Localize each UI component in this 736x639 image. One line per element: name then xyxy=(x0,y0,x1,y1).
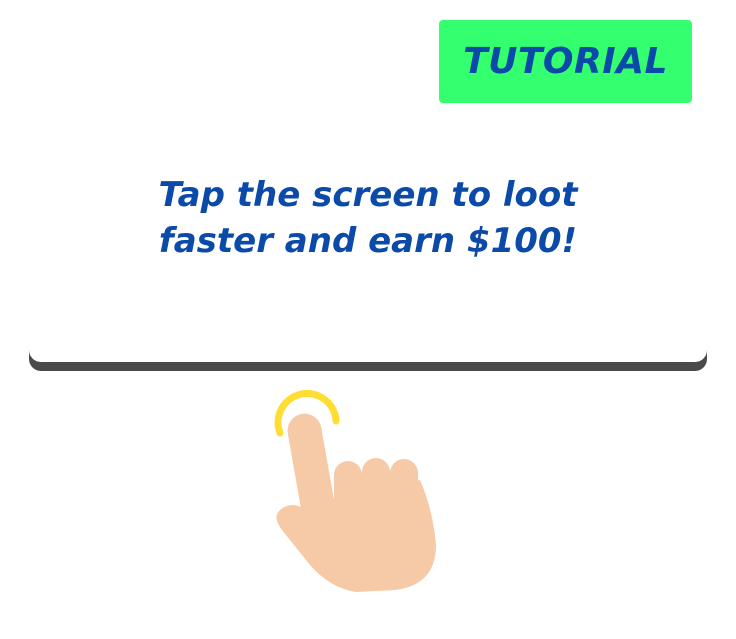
tutorial-badge: TUTORIAL xyxy=(439,20,692,103)
tutorial-screen[interactable]: TUTORIAL Tap the screen to loot faster a… xyxy=(0,0,736,639)
tutorial-message: Tap the screen to loot faster and earn $… xyxy=(29,172,707,264)
tutorial-badge-label: TUTORIAL xyxy=(463,41,668,82)
tutorial-message-line-2: faster and earn $100! xyxy=(158,221,578,261)
tutorial-message-line-1: Tap the screen to loot xyxy=(158,175,578,215)
tap-hand-icon xyxy=(274,390,436,592)
